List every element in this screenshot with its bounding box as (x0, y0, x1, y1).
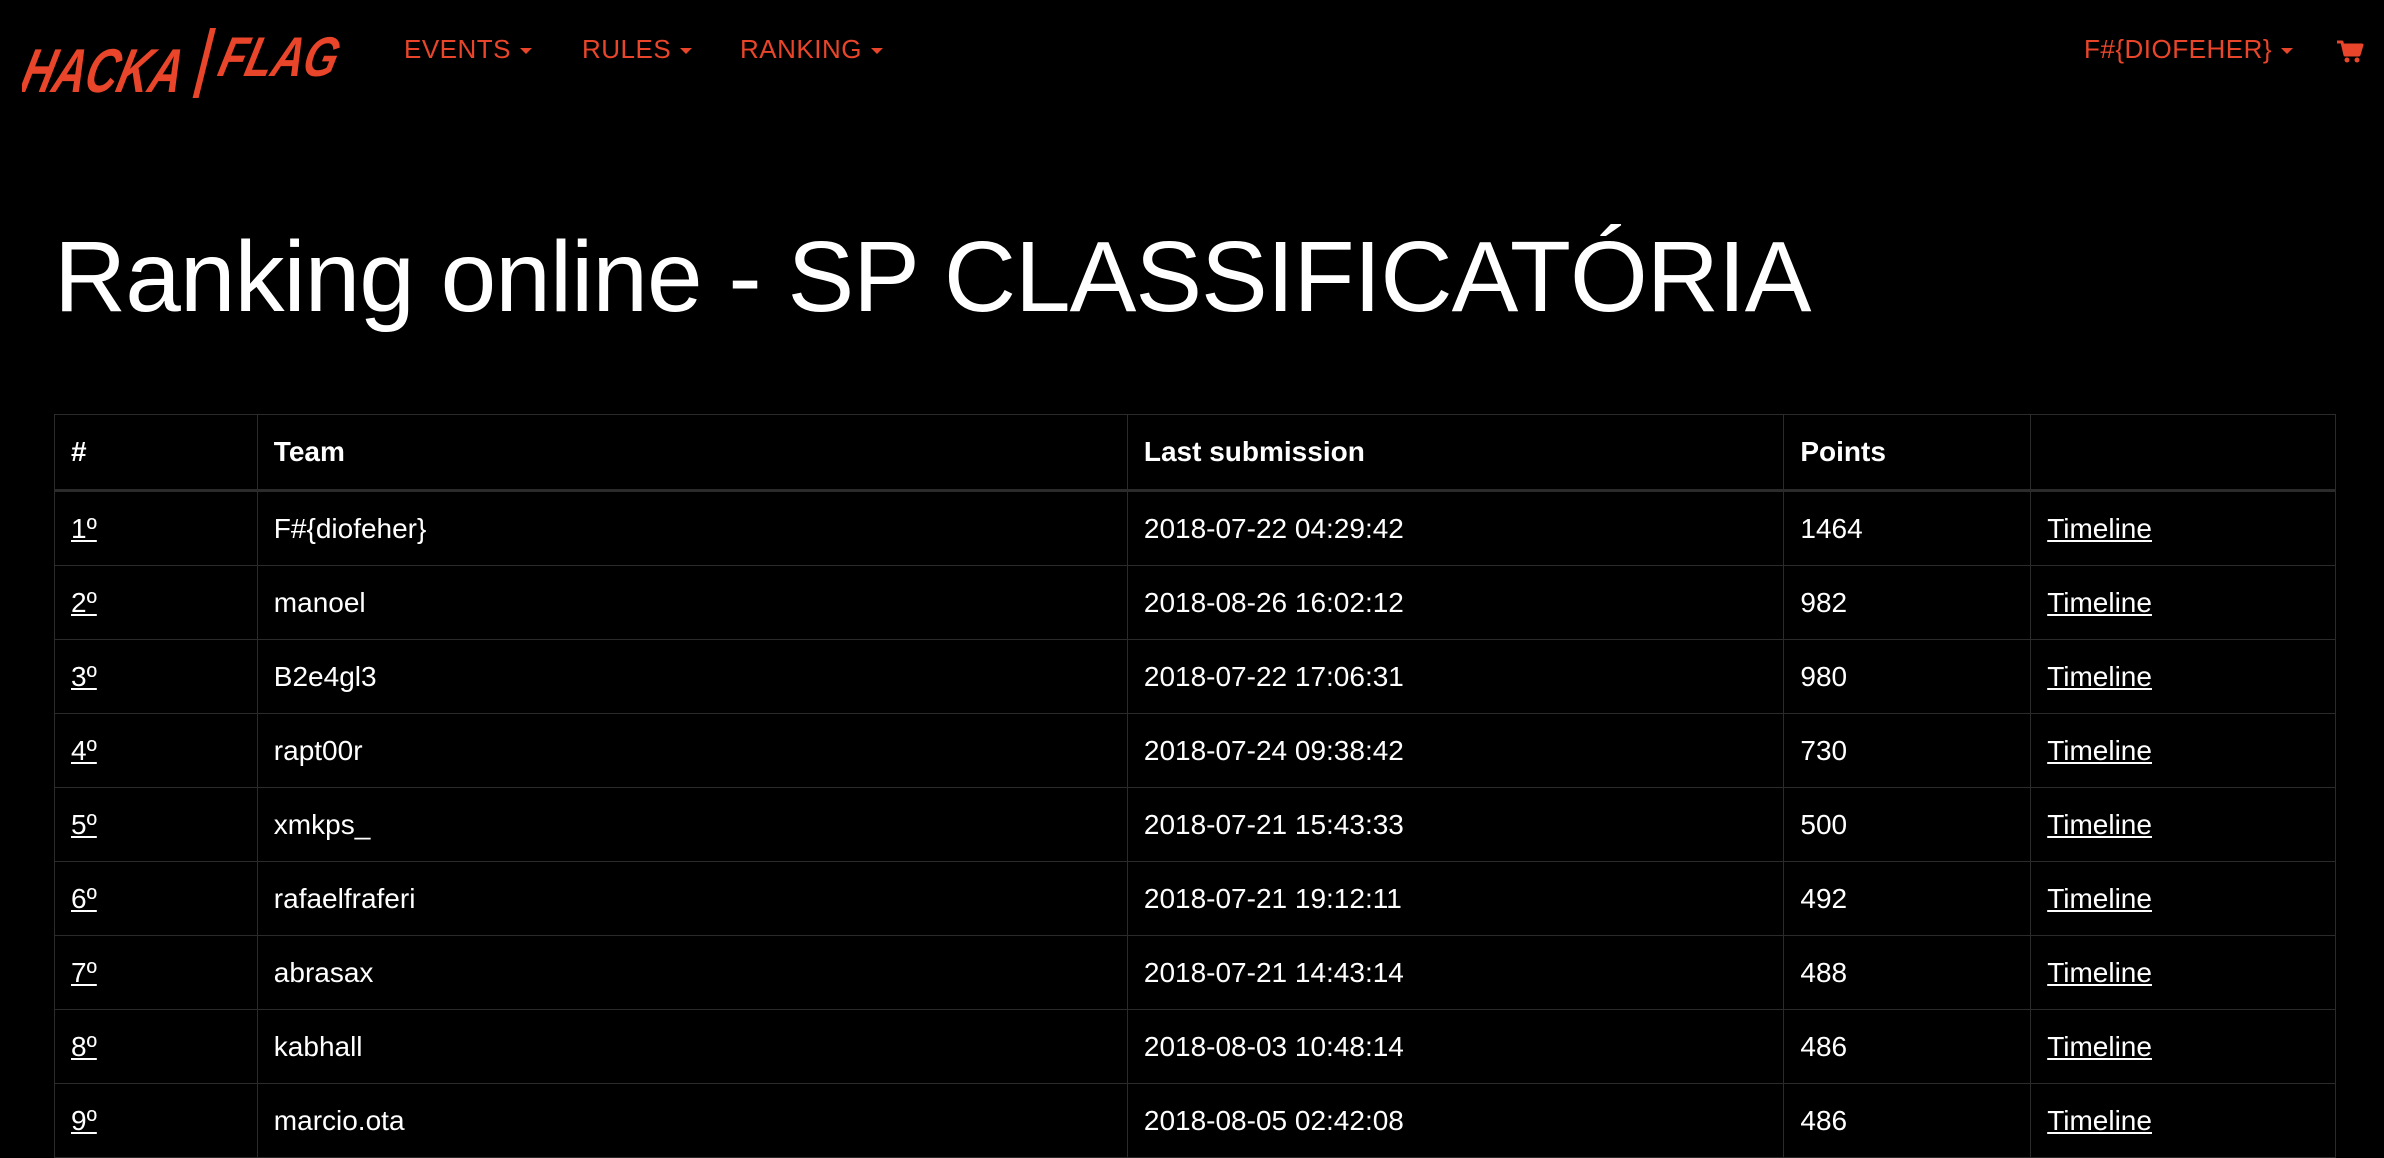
table-header-row: # Team Last submission Points (54, 414, 2336, 492)
user-menu-label: F#{DIOFEHER} (2084, 34, 2273, 64)
rank-cell[interactable]: 3º (54, 639, 258, 714)
last-submission-cell: 2018-08-03 10:48:14 (1126, 1009, 1785, 1084)
user-menu[interactable]: F#{DIOFEHER} (2084, 34, 2294, 65)
nav-events[interactable]: EVENTS (404, 34, 533, 65)
header-action (2030, 414, 2336, 492)
points-cell: 982 (1783, 565, 2032, 640)
team-cell: kabhall (256, 1009, 1128, 1084)
nav-ranking[interactable]: RANKING (740, 34, 883, 65)
timeline-link[interactable]: Timeline (2047, 957, 2152, 988)
table-row: 3º B2e4gl3 2018-07-22 17:06:31 980 Timel… (54, 639, 2336, 714)
rank-link[interactable]: 7º (71, 957, 97, 988)
table-row: 6º rafaelfraferi 2018-07-21 19:12:11 492… (54, 861, 2336, 936)
svg-text:HACKA: HACKA (22, 37, 192, 102)
last-submission-cell: 2018-07-24 09:38:42 (1126, 713, 1785, 788)
caret-down-icon (2281, 47, 2294, 54)
team-cell: B2e4gl3 (256, 639, 1128, 714)
caret-down-icon (680, 47, 693, 54)
action-cell[interactable]: Timeline (2030, 935, 2336, 1010)
rank-cell[interactable]: 2º (54, 565, 258, 640)
nav-events-label: EVENTS (404, 34, 512, 64)
nav-ranking-label: RANKING (740, 34, 862, 64)
action-cell[interactable]: Timeline (2030, 639, 2336, 714)
last-submission-cell: 2018-08-05 02:42:08 (1126, 1083, 1785, 1158)
table-row: 8º kabhall 2018-08-03 10:48:14 486 Timel… (54, 1009, 2336, 1084)
rank-cell[interactable]: 8º (54, 1009, 258, 1084)
points-cell: 486 (1783, 1009, 2032, 1084)
rank-link[interactable]: 9º (71, 1105, 97, 1136)
rank-link[interactable]: 8º (71, 1031, 97, 1062)
table-row: 4º rapt00r 2018-07-24 09:38:42 730 Timel… (54, 713, 2336, 788)
timeline-link[interactable]: Timeline (2047, 883, 2152, 914)
hackaflag-logo[interactable]: HACKA FLAG (22, 20, 342, 102)
action-cell[interactable]: Timeline (2030, 861, 2336, 936)
team-cell: rafaelfraferi (256, 861, 1128, 936)
rank-link[interactable]: 1º (71, 513, 97, 544)
rank-link[interactable]: 4º (71, 735, 97, 766)
table-row: 2º manoel 2018-08-26 16:02:12 982 Timeli… (54, 565, 2336, 640)
points-cell: 980 (1783, 639, 2032, 714)
hackaflag-logo-mark: HACKA FLAG (22, 27, 342, 102)
rank-link[interactable]: 3º (71, 661, 97, 692)
timeline-link[interactable]: Timeline (2047, 513, 2152, 544)
team-cell: xmkps_ (256, 787, 1128, 862)
points-cell: 492 (1783, 861, 2032, 936)
points-cell: 486 (1783, 1083, 2032, 1158)
team-cell: abrasax (256, 935, 1128, 1010)
action-cell[interactable]: Timeline (2030, 1083, 2336, 1158)
svg-text:FLAG: FLAG (213, 27, 342, 89)
shopping-cart-icon[interactable] (2336, 40, 2364, 69)
header-team: Team (256, 414, 1128, 492)
table-row: 7º abrasax 2018-07-21 14:43:14 488 Timel… (54, 935, 2336, 1010)
table-row: 9º marcio.ota 2018-08-05 02:42:08 486 Ti… (54, 1083, 2336, 1158)
nav-rules-label: RULES (582, 34, 672, 64)
action-cell[interactable]: Timeline (2030, 713, 2336, 788)
timeline-link[interactable]: Timeline (2047, 735, 2152, 766)
page-title: Ranking online - SP CLASSIFICATÓRIA (54, 221, 1811, 333)
rank-cell[interactable]: 1º (54, 490, 258, 566)
action-cell[interactable]: Timeline (2030, 787, 2336, 862)
last-submission-cell: 2018-07-21 19:12:11 (1126, 861, 1785, 936)
rank-cell[interactable]: 6º (54, 861, 258, 936)
ranking-table: # Team Last submission Points 1º F#{diof… (54, 414, 2336, 1158)
timeline-link[interactable]: Timeline (2047, 661, 2152, 692)
nav-rules[interactable]: RULES (582, 34, 693, 65)
last-submission-cell: 2018-07-21 15:43:33 (1126, 787, 1785, 862)
timeline-link[interactable]: Timeline (2047, 809, 2152, 840)
rank-cell[interactable]: 7º (54, 935, 258, 1010)
rank-link[interactable]: 5º (71, 809, 97, 840)
team-cell: manoel (256, 565, 1128, 640)
points-cell: 1464 (1783, 490, 2032, 566)
rank-link[interactable]: 6º (71, 883, 97, 914)
rank-cell[interactable]: 4º (54, 713, 258, 788)
team-cell: marcio.ota (256, 1083, 1128, 1158)
action-cell[interactable]: Timeline (2030, 1009, 2336, 1084)
rank-cell[interactable]: 5º (54, 787, 258, 862)
table-row: 1º F#{diofeher} 2018-07-22 04:29:42 1464… (54, 490, 2336, 566)
action-cell[interactable]: Timeline (2030, 565, 2336, 640)
header-rank: # (54, 414, 258, 492)
table-row: 5º xmkps_ 2018-07-21 15:43:33 500 Timeli… (54, 787, 2336, 862)
last-submission-cell: 2018-07-22 04:29:42 (1126, 490, 1785, 566)
navbar: HACKA FLAG EVENTS RULES RANKING F#{DIOFE… (0, 0, 2384, 104)
rank-cell[interactable]: 9º (54, 1083, 258, 1158)
timeline-link[interactable]: Timeline (2047, 1105, 2152, 1136)
team-cell: F#{diofeher} (256, 490, 1128, 566)
rank-link[interactable]: 2º (71, 587, 97, 618)
last-submission-cell: 2018-07-21 14:43:14 (1126, 935, 1785, 1010)
caret-down-icon (520, 47, 533, 54)
header-points: Points (1783, 414, 2032, 492)
header-last-submission: Last submission (1126, 414, 1785, 492)
team-cell: rapt00r (256, 713, 1128, 788)
caret-down-icon (870, 47, 883, 54)
timeline-link[interactable]: Timeline (2047, 1031, 2152, 1062)
points-cell: 488 (1783, 935, 2032, 1010)
action-cell[interactable]: Timeline (2030, 490, 2336, 566)
points-cell: 730 (1783, 713, 2032, 788)
last-submission-cell: 2018-07-22 17:06:31 (1126, 639, 1785, 714)
last-submission-cell: 2018-08-26 16:02:12 (1126, 565, 1785, 640)
timeline-link[interactable]: Timeline (2047, 587, 2152, 618)
points-cell: 500 (1783, 787, 2032, 862)
